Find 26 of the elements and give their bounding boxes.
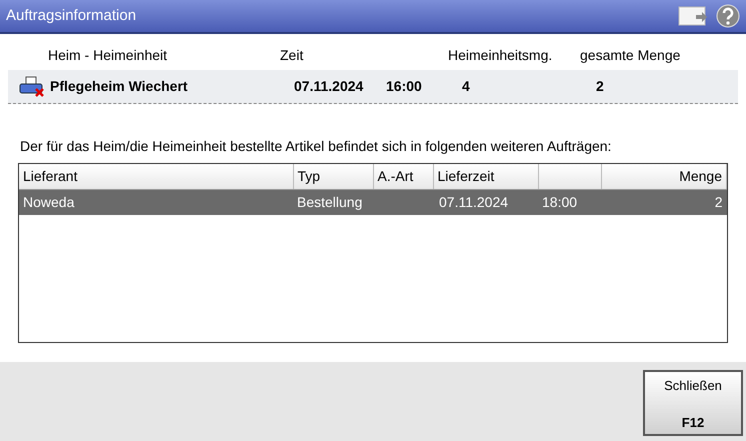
column-header: Lieferzeit	[433, 164, 538, 190]
column-header: Typ	[293, 164, 373, 190]
total-quantity: 2	[596, 77, 604, 96]
column-header: Lieferant	[19, 164, 293, 190]
column-header: Zeit	[280, 46, 304, 64]
info-message: Der für das Heim/die Heimeinheit bestellte Artikel befindet sich in folgenden weiteren Aufträgen:	[20, 137, 612, 156]
table-cell: Bestellung	[293, 190, 373, 215]
table-cell: 07.11.2024	[433, 190, 538, 215]
printer-icon	[18, 76, 46, 98]
unit-quantity: 4	[462, 77, 471, 96]
window-title: Auftragsinformation	[6, 6, 136, 26]
column-header: A.-Art	[373, 164, 433, 190]
table-cell: 2	[601, 190, 726, 215]
close-button[interactable]: Schließen F12	[643, 370, 743, 436]
column-header	[538, 164, 601, 190]
help-icon[interactable]	[716, 4, 740, 28]
table-cell: 18:00	[538, 190, 601, 215]
order-time: 16:00	[386, 77, 423, 96]
column-header: Heim - Heimeinheit	[48, 46, 168, 64]
table-cell: Noweda	[19, 190, 293, 215]
column-header: gesamte Menge	[580, 46, 680, 65]
column-header: Heimeinheitsmg.	[448, 46, 554, 65]
order-date: 07.11.2024	[294, 77, 364, 96]
column-header: Menge	[601, 164, 726, 190]
window-icon[interactable]	[678, 5, 708, 27]
home-name: Pflegeheim Wiechert	[50, 77, 189, 96]
